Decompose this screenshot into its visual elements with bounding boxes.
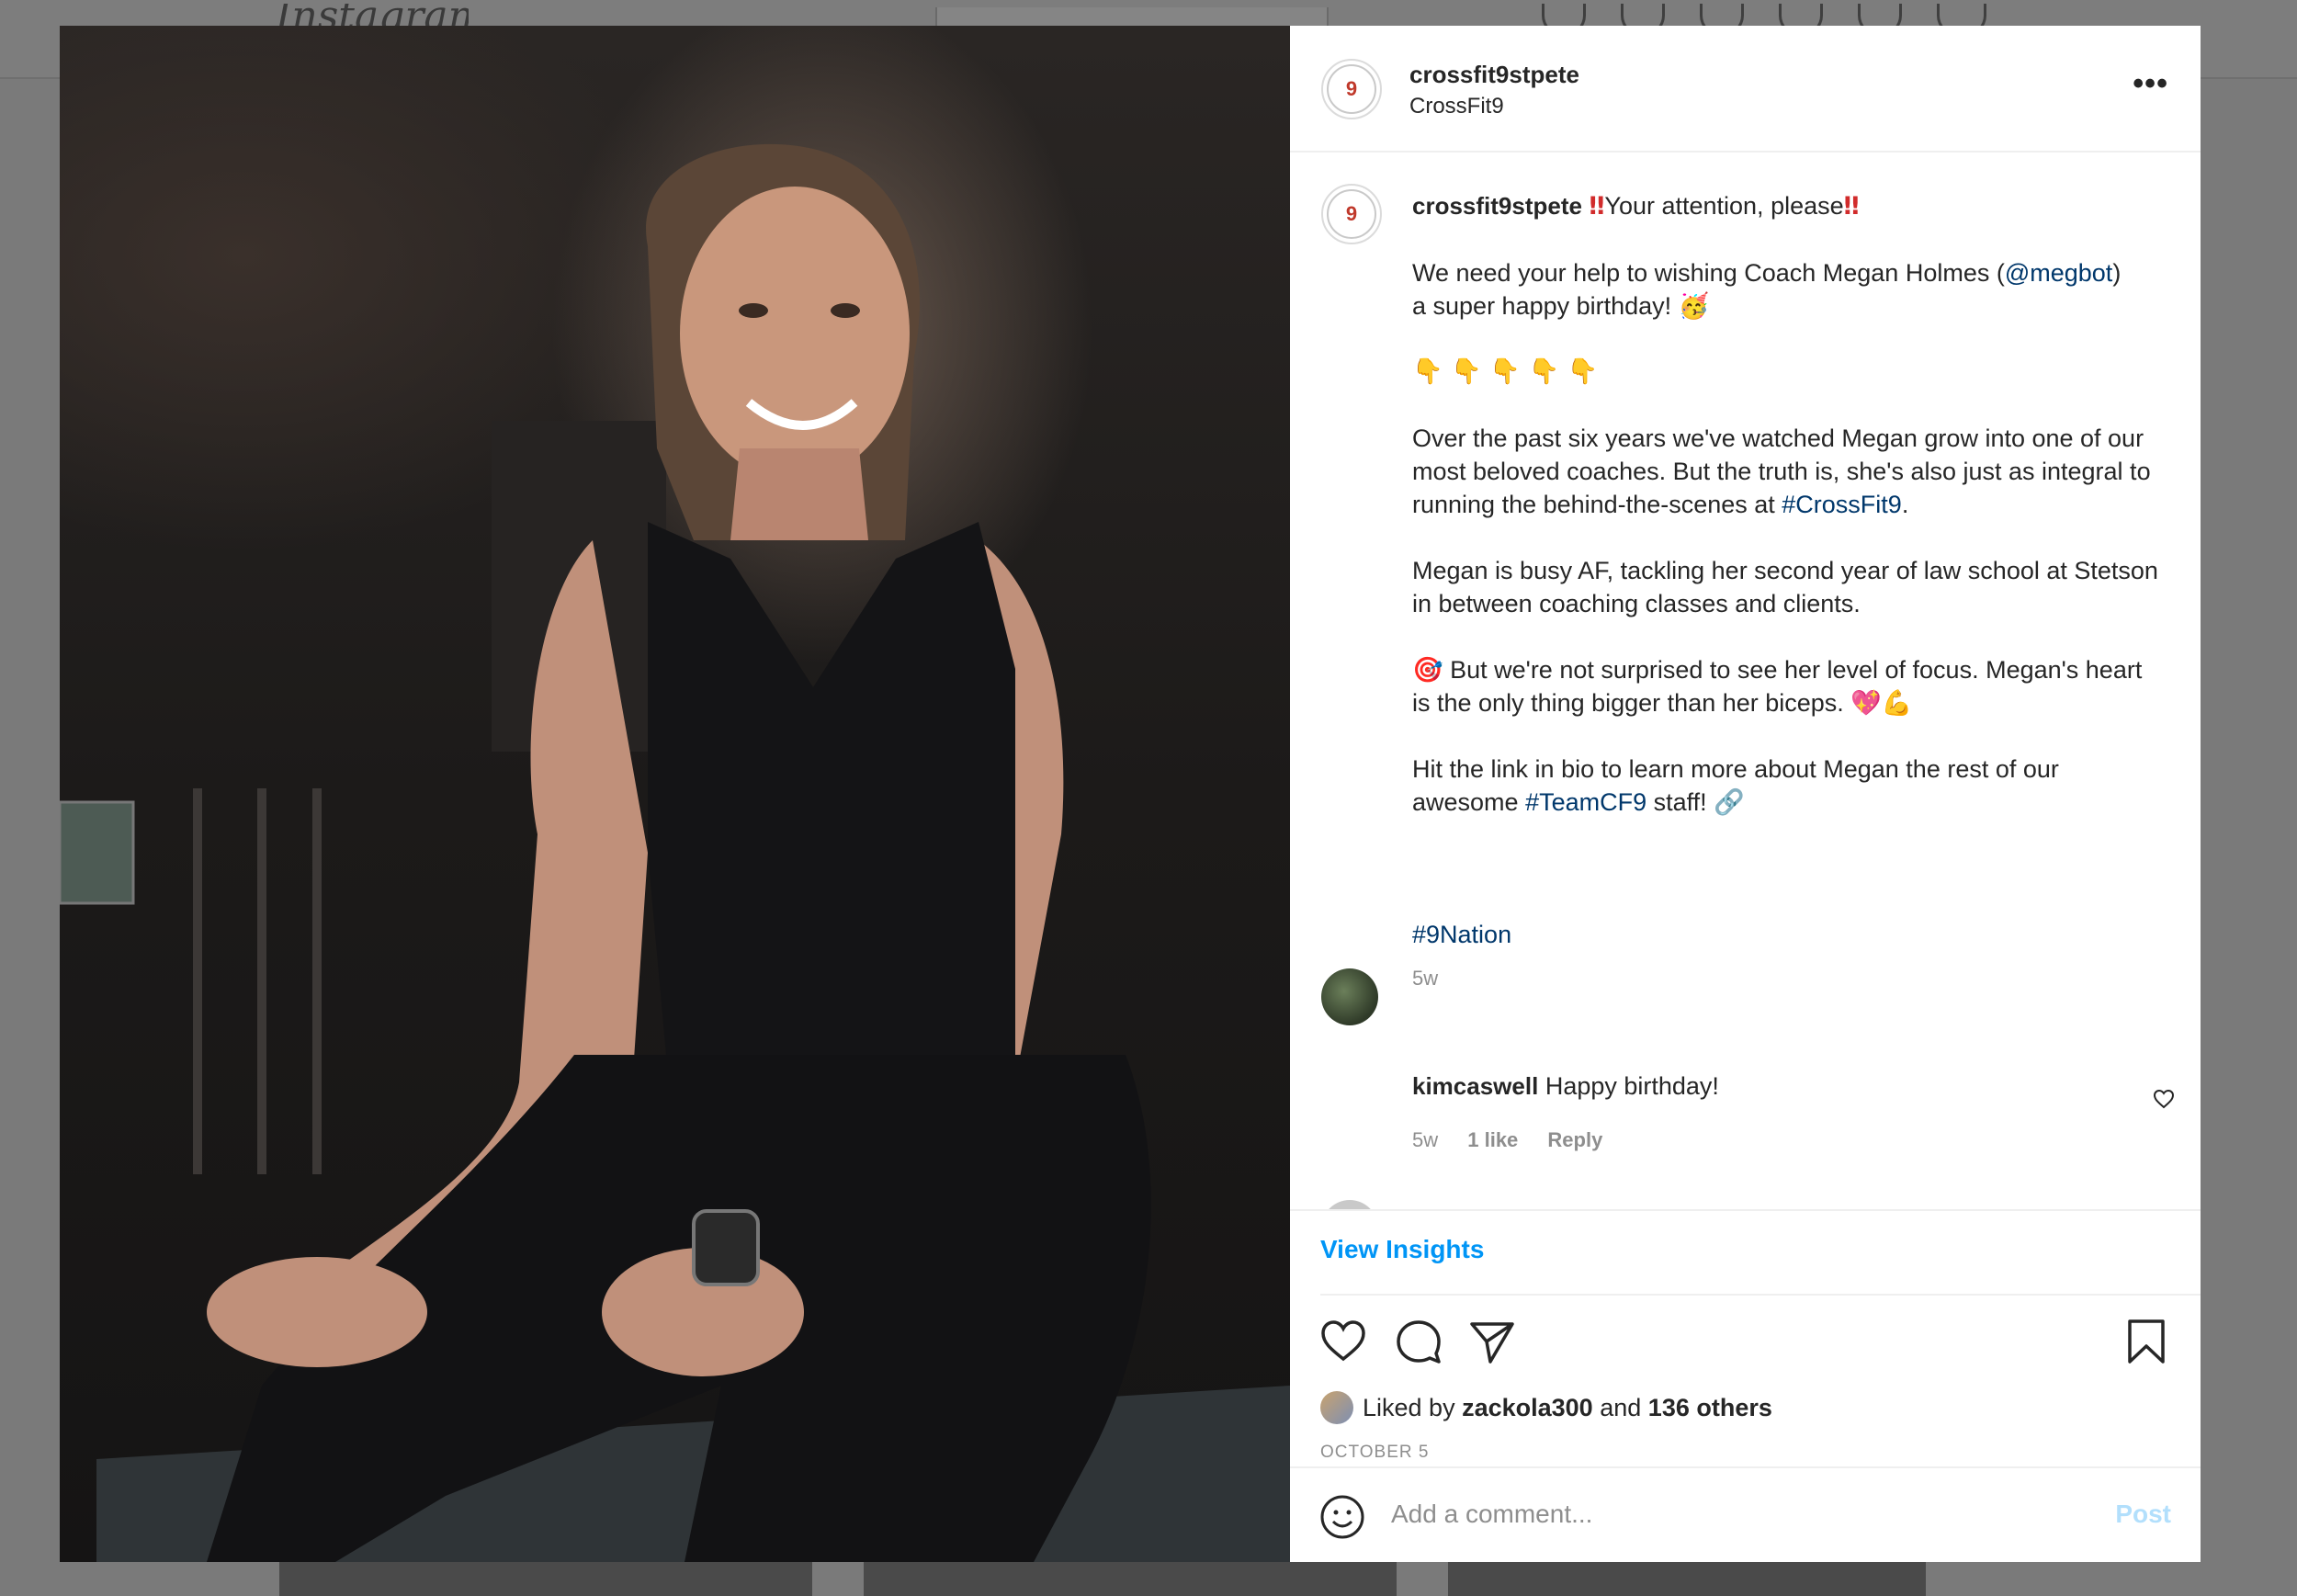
- post-caption: crossfit9stpete ‼Your attention, please‼…: [1412, 189, 2166, 995]
- caption-timestamp[interactable]: 5w: [1412, 962, 2166, 995]
- comment-username[interactable]: kimcaswell: [1412, 1072, 1538, 1100]
- hashtag-link[interactable]: #TeamCF9: [1525, 788, 1646, 816]
- avatar[interactable]: 9: [1321, 59, 1382, 119]
- comment-likes[interactable]: 1 like: [1467, 1128, 1518, 1151]
- double-exclamation-icon: ‼: [1843, 192, 1860, 221]
- post-modal: 9 crossfit9stpete CrossFit9 ••• 9 crossf…: [60, 26, 2201, 1562]
- view-insights-link[interactable]: View Insights: [1320, 1235, 1484, 1264]
- like-heart-icon[interactable]: [1319, 1318, 1367, 1365]
- liked-by-others-link[interactable]: 136 others: [1648, 1394, 1772, 1422]
- comment-bubble-icon[interactable]: [1395, 1318, 1443, 1365]
- mention-link[interactable]: @megbot: [2005, 259, 2112, 287]
- liked-by-username[interactable]: zackola300: [1462, 1394, 1593, 1422]
- comment-text: Happy birthday!: [1545, 1072, 1719, 1100]
- hashtag-link[interactable]: #CrossFit9: [1782, 491, 1902, 518]
- post-location[interactable]: CrossFit9: [1409, 94, 1504, 119]
- post-author-username[interactable]: crossfit9stpete: [1409, 61, 1579, 89]
- pointing-down-emojis: 👇 👇 👇 👇 👇: [1412, 357, 1599, 386]
- more-options-icon[interactable]: •••: [2133, 68, 2168, 99]
- add-comment-bar: Add a comment... Post: [1290, 1466, 2201, 1564]
- emoji-smiley-icon[interactable]: [1319, 1494, 1365, 1540]
- post-comment-button[interactable]: Post: [2115, 1500, 2171, 1529]
- photo-illustration: [60, 143, 1290, 1562]
- post-photo[interactable]: [60, 26, 1290, 1562]
- share-paper-plane-icon[interactable]: [1468, 1318, 1516, 1365]
- caption-paragraph: Megan is busy AF, tackling her second ye…: [1412, 557, 2166, 617]
- add-comment-input[interactable]: Add a comment...: [1391, 1500, 1592, 1529]
- caption-username[interactable]: crossfit9stpete: [1412, 192, 1582, 220]
- comment-reply-button[interactable]: Reply: [1547, 1128, 1602, 1151]
- crossfit9-logo-icon: 9: [1345, 202, 1358, 225]
- double-exclamation-icon: ‼: [1589, 192, 1605, 221]
- post-header: 9 crossfit9stpete CrossFit9 •••: [1290, 26, 2201, 153]
- avatar[interactable]: [1321, 968, 1378, 1025]
- comment-time[interactable]: 5w: [1412, 1128, 1438, 1151]
- comment-body: kimcaswell Happy birthday!: [1412, 1070, 2110, 1103]
- crossfit9-logo-icon: 9: [1345, 77, 1358, 100]
- view-insights-row: View Insights: [1320, 1207, 2201, 1296]
- comments-scroll-area[interactable]: 9 crossfit9stpete ‼Your attention, pleas…: [1290, 153, 2201, 1211]
- post-actions: Liked by zackola300 and 136 others OCTOB…: [1290, 1294, 2201, 1477]
- comment-like-heart-icon[interactable]: [2153, 1088, 2175, 1110]
- liked-by-row: Liked by zackola300 and 136 others: [1320, 1391, 1772, 1424]
- caption-paragraph: 🎯 But we're not surprised to see her lev…: [1412, 656, 2149, 717]
- grid-thumbnail: [1448, 1562, 1926, 1596]
- comment-meta: 5w 1 like Reply: [1412, 1128, 1626, 1152]
- save-bookmark-icon[interactable]: [2122, 1318, 2170, 1365]
- grid-thumbnail: [279, 1562, 812, 1596]
- avatar[interactable]: [1320, 1391, 1353, 1424]
- post-side-panel: 9 crossfit9stpete CrossFit9 ••• 9 crossf…: [1290, 26, 2201, 1562]
- avatar[interactable]: 9: [1321, 184, 1382, 244]
- post-date[interactable]: OCTOBER 5: [1320, 1443, 1429, 1463]
- hashtag-link[interactable]: #9Nation: [1412, 921, 1511, 948]
- grid-thumbnail: [864, 1562, 1397, 1596]
- caption-first-line: Your attention, please: [1604, 192, 1844, 220]
